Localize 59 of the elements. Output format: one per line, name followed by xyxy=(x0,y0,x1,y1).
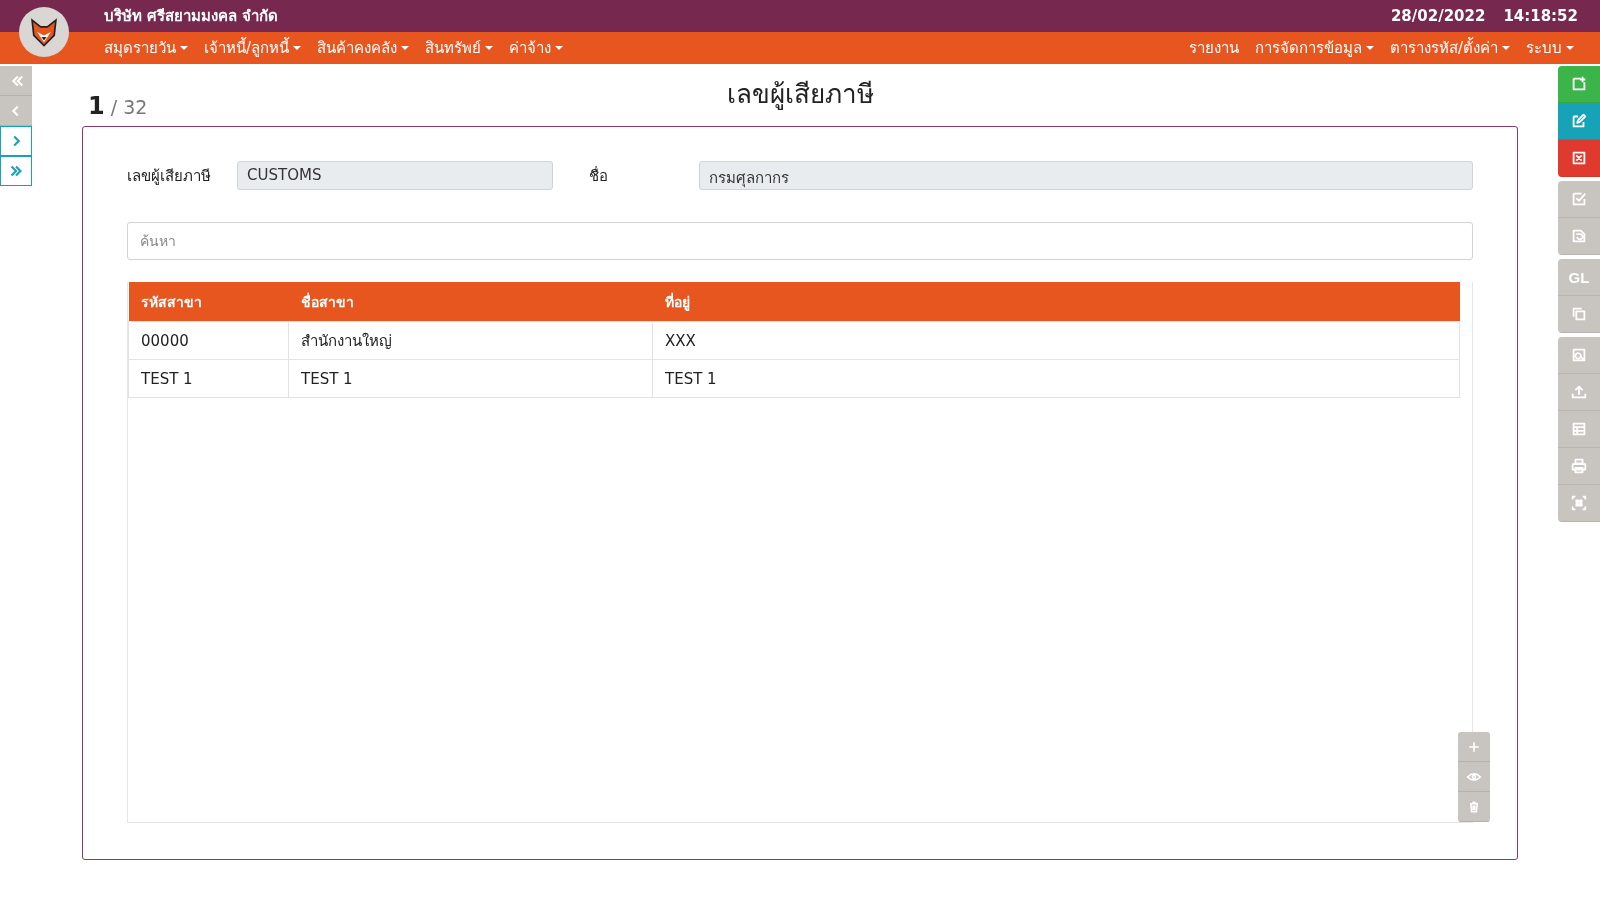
undo-document-icon xyxy=(1570,227,1588,245)
menu-item[interactable]: รายงาน xyxy=(1180,32,1247,64)
company-name: บริษัท ศรีสยามมงคล จำกัด xyxy=(104,6,279,27)
menu-item[interactable]: สินค้าคงคลัง xyxy=(309,32,418,64)
plus-document-button[interactable] xyxy=(1558,66,1600,103)
menu-item[interactable]: ค่าจ้าง xyxy=(501,32,572,64)
field-label: เลขผู้เสียภาษี xyxy=(127,165,212,187)
double-left-chevron-button[interactable] xyxy=(0,66,32,96)
record-total: / 32 xyxy=(110,96,148,118)
plus-document-icon xyxy=(1570,75,1588,93)
close-document-icon xyxy=(1570,149,1588,167)
print-button[interactable] xyxy=(1558,448,1600,485)
scan-button[interactable] xyxy=(1558,485,1600,522)
menu-item[interactable]: ตารางรหัส/ตั้งค่า xyxy=(1381,32,1518,64)
column-header: ที่อยู่ xyxy=(652,282,1460,322)
search-button[interactable] xyxy=(1558,337,1600,374)
edit-button[interactable] xyxy=(1558,103,1600,140)
tax-id-field[interactable]: CUSTOMS xyxy=(237,161,553,190)
search-icon xyxy=(1570,346,1588,364)
table-cell: 00000 xyxy=(128,321,289,360)
column-header: รหัสสาขา xyxy=(128,282,289,322)
double-right-chevron-icon xyxy=(8,163,24,179)
table-cell: TEST 1 xyxy=(128,359,289,398)
table-cell: สำนักงานใหญ่ xyxy=(288,321,653,360)
left-chevron-button[interactable] xyxy=(0,96,32,126)
date-text: 28/02/2022 xyxy=(1390,7,1486,25)
name-field[interactable]: กรมศุลกากร xyxy=(699,161,1473,190)
upload-icon xyxy=(1570,383,1588,401)
print-icon xyxy=(1570,457,1588,475)
search-field[interactable]: ค้นหา xyxy=(127,222,1473,260)
edit-icon xyxy=(1570,112,1588,130)
table-button[interactable] xyxy=(1558,411,1600,448)
plus-button[interactable] xyxy=(1458,732,1490,762)
copy-button[interactable] xyxy=(1558,296,1600,333)
double-right-chevron-button[interactable] xyxy=(0,156,32,186)
undo-document-button[interactable] xyxy=(1558,218,1600,255)
checkbox-icon xyxy=(1570,190,1588,208)
menu-item[interactable]: ระบบ xyxy=(1518,32,1582,64)
column-header: ชื่อสาขา xyxy=(288,282,653,322)
upload-button[interactable] xyxy=(1558,374,1600,411)
menu-item[interactable]: การจัดการข้อมูล xyxy=(1246,32,1382,64)
table-cell: XXX xyxy=(652,321,1460,360)
menu-item[interactable]: เจ้าหนี้/ลูกหนี้ xyxy=(196,32,310,64)
page-title: เลขผู้เสียภาษี xyxy=(726,78,874,112)
table-cell: TEST 1 xyxy=(288,359,653,398)
menu-item[interactable]: สินทรัพย์ xyxy=(417,32,502,64)
time-text: 14:18:52 xyxy=(1503,7,1578,25)
copy-icon xyxy=(1570,305,1588,323)
eye-button[interactable] xyxy=(1458,762,1490,792)
table-cell: TEST 1 xyxy=(652,359,1460,398)
menu-item[interactable]: สมุดรายวัน xyxy=(96,32,196,64)
table-icon xyxy=(1570,420,1588,438)
field-label: ชื่อ xyxy=(589,165,609,187)
checkbox-button[interactable] xyxy=(1558,181,1600,218)
scan-icon xyxy=(1570,494,1588,512)
trash-button[interactable] xyxy=(1458,792,1490,822)
record-number: 1 xyxy=(88,92,105,120)
right-chevron-button[interactable] xyxy=(0,126,32,156)
close-document-button[interactable] xyxy=(1558,140,1600,177)
